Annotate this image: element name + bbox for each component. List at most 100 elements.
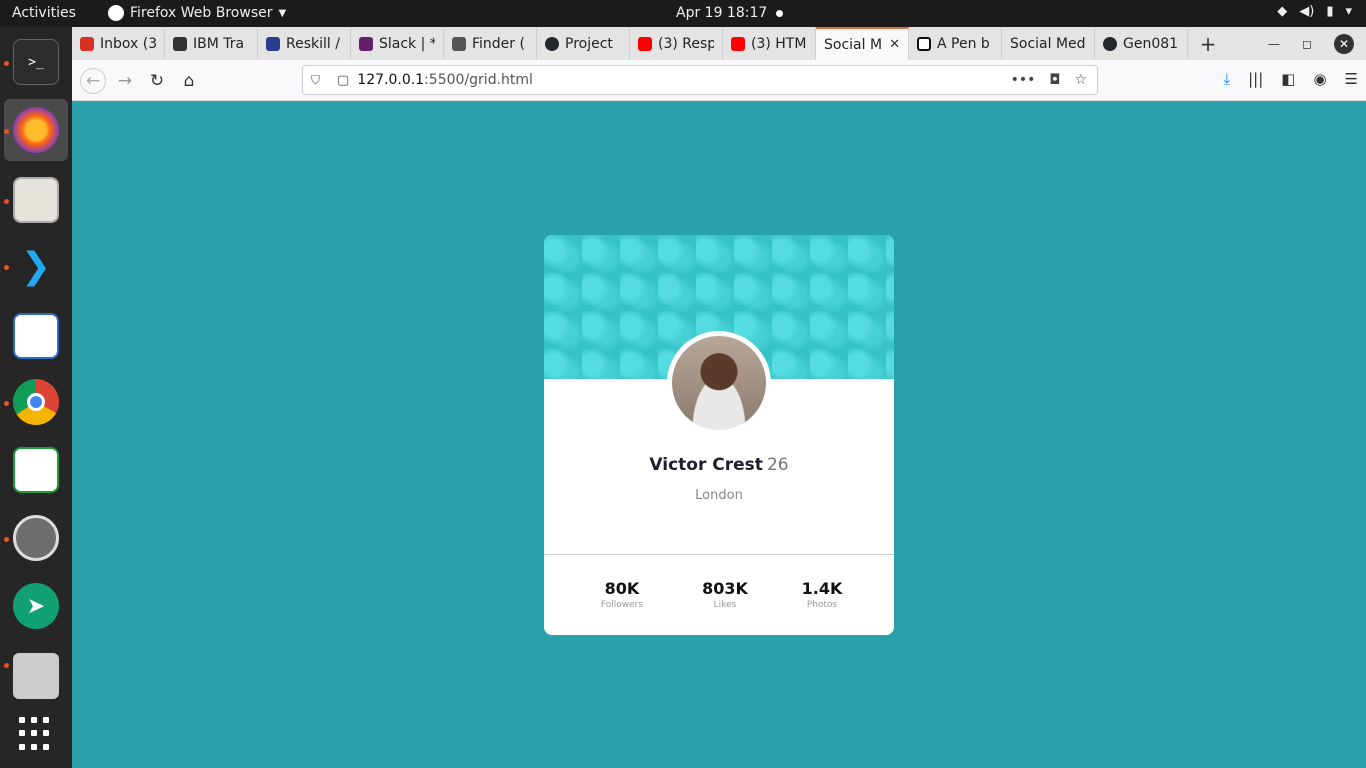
system-top-bar: Activities Firefox Web Browser ▼ Apr 19 … bbox=[0, 0, 1366, 27]
tab-label: (3) Resp bbox=[658, 35, 714, 52]
more-icon[interactable]: ••• bbox=[1011, 72, 1036, 88]
youtube-icon bbox=[731, 36, 745, 51]
running-indicator bbox=[4, 61, 9, 66]
reskill-icon bbox=[266, 36, 280, 51]
url-actions: ••• ◘ ☆ bbox=[1011, 72, 1097, 88]
running-indicator bbox=[4, 401, 9, 406]
stat-photos: 1.4K Photos bbox=[796, 579, 848, 610]
volume-icon: ◀) bbox=[1299, 4, 1315, 19]
close-window-icon[interactable]: ✕ bbox=[1334, 33, 1354, 54]
new-tab-button[interactable]: + bbox=[1188, 27, 1228, 60]
stat-label: Followers bbox=[600, 600, 644, 610]
stat-label: Photos bbox=[806, 600, 838, 610]
stat-value: 803K bbox=[702, 579, 748, 598]
stat-value: 1.4K bbox=[801, 579, 843, 598]
page-icon: ▢ bbox=[337, 72, 350, 88]
pocket-icon[interactable]: ◘ bbox=[1049, 72, 1060, 88]
toolbar-right: ⤓ ||| ◧ ◉ ☰ bbox=[1223, 70, 1358, 88]
terminal-icon[interactable]: >_ bbox=[13, 39, 59, 85]
tab-label: Gen081 bbox=[1123, 35, 1179, 52]
vscode-icon[interactable]: ❯ bbox=[13, 243, 59, 289]
app-menu[interactable]: Firefox Web Browser ▼ bbox=[108, 5, 286, 21]
tab-codepen[interactable]: A Pen b bbox=[909, 27, 1002, 60]
dock: >_ ❯ ➤ bbox=[0, 27, 72, 768]
tab-ibm[interactable]: IBM Tra bbox=[165, 27, 258, 60]
profile-name: Victor Crest bbox=[649, 455, 763, 475]
slack-icon bbox=[359, 36, 373, 51]
tab-inbox[interactable]: Inbox (3 bbox=[72, 27, 165, 60]
writer-icon[interactable] bbox=[13, 313, 59, 359]
shield-icon[interactable]: ⛉ bbox=[311, 73, 325, 88]
home-button[interactable]: ⌂ bbox=[176, 68, 202, 94]
notification-dot bbox=[776, 10, 783, 17]
firefox-icon bbox=[108, 5, 124, 21]
chevron-down-icon: ▾ bbox=[1345, 4, 1352, 19]
system-tray[interactable]: ◆ ◀) ▮ ▾ bbox=[1277, 4, 1352, 19]
library-icon[interactable]: ||| bbox=[1248, 70, 1263, 88]
tab-social-media-active[interactable]: Social M ✕ bbox=[816, 27, 909, 60]
tab-label: Finder ( bbox=[472, 35, 525, 52]
tab-label: Slack | * bbox=[379, 35, 435, 52]
running-indicator bbox=[4, 663, 9, 668]
wifi-icon: ◆ bbox=[1277, 4, 1288, 19]
tab-reskill[interactable]: Reskill / bbox=[258, 27, 351, 60]
bookmark-star-icon[interactable]: ☆ bbox=[1074, 72, 1087, 88]
url-bar[interactable]: ⛉ ▢ 127.0.0.1:5500/grid.html ••• ◘ ☆ bbox=[302, 65, 1098, 95]
stat-value: 80K bbox=[604, 579, 640, 598]
files-icon[interactable] bbox=[13, 177, 59, 223]
tab-gen081[interactable]: Gen081 bbox=[1095, 27, 1188, 60]
settings-icon[interactable] bbox=[13, 515, 59, 561]
codepen-icon bbox=[917, 36, 931, 51]
show-applications-button[interactable] bbox=[19, 717, 53, 751]
tab-label: Social Med bbox=[1010, 35, 1086, 52]
tab-project[interactable]: Project bbox=[537, 27, 630, 60]
navigation-bar: ← → ↻ ⌂ ⛉ ▢ 127.0.0.1:5500/grid.html •••… bbox=[72, 60, 1366, 101]
activities-button[interactable]: Activities bbox=[12, 5, 76, 21]
divider bbox=[544, 554, 894, 555]
running-indicator bbox=[4, 199, 9, 204]
firefox-icon[interactable] bbox=[13, 107, 59, 153]
profile-card: Victor Crest 26 London 80K Followers 803K… bbox=[544, 235, 894, 635]
tab-label: Project bbox=[565, 35, 613, 52]
url-host: 127.0.0.1 bbox=[357, 72, 425, 88]
tab-label: Social M bbox=[824, 36, 883, 53]
sidebar-icon[interactable]: ◧ bbox=[1281, 70, 1295, 88]
search-icon[interactable] bbox=[13, 653, 59, 699]
reload-button[interactable]: ↻ bbox=[144, 68, 170, 94]
avatar-photo bbox=[672, 336, 766, 430]
close-icon[interactable]: ✕ bbox=[889, 37, 900, 52]
account-icon[interactable]: ◉ bbox=[1313, 70, 1326, 88]
running-indicator bbox=[4, 265, 9, 270]
url-path: :5500/grid.html bbox=[424, 72, 533, 88]
clock[interactable]: Apr 19 18:17 bbox=[676, 5, 767, 21]
youtube-icon bbox=[638, 36, 652, 51]
tab-social-media[interactable]: Social Med bbox=[1002, 27, 1095, 60]
tab-label: (3) HTM bbox=[751, 35, 807, 52]
profile-city: London bbox=[695, 488, 743, 503]
tab-label: IBM Tra bbox=[193, 35, 245, 52]
send-icon[interactable]: ➤ bbox=[13, 583, 59, 629]
forward-button[interactable]: → bbox=[112, 68, 138, 94]
tab-label: Inbox (3 bbox=[100, 35, 156, 52]
download-icon[interactable]: ⤓ bbox=[1223, 70, 1230, 88]
window-controls: — ◻ ✕ bbox=[1268, 27, 1366, 60]
running-indicator bbox=[4, 129, 9, 134]
gmail-icon bbox=[80, 36, 94, 51]
maximize-icon[interactable]: ◻ bbox=[1302, 37, 1312, 51]
battery-icon: ▮ bbox=[1326, 4, 1334, 19]
app-menu-label: Firefox Web Browser bbox=[130, 5, 273, 21]
ibm-icon bbox=[173, 36, 187, 51]
menu-icon[interactable]: ☰ bbox=[1345, 70, 1358, 88]
chrome-icon[interactable] bbox=[13, 379, 59, 425]
calc-icon[interactable] bbox=[13, 447, 59, 493]
tab-label: Reskill / bbox=[286, 35, 340, 52]
tab-youtube-html[interactable]: (3) HTM bbox=[723, 27, 816, 60]
tab-slack[interactable]: Slack | * bbox=[351, 27, 444, 60]
minimize-icon[interactable]: — bbox=[1268, 37, 1280, 51]
tab-finder[interactable]: Finder ( bbox=[444, 27, 537, 60]
back-button[interactable]: ← bbox=[80, 68, 106, 94]
tab-label: A Pen b bbox=[937, 35, 990, 52]
stat-followers: 80K Followers bbox=[596, 579, 648, 610]
running-indicator bbox=[4, 537, 9, 542]
tab-youtube-resp[interactable]: (3) Resp bbox=[630, 27, 723, 60]
